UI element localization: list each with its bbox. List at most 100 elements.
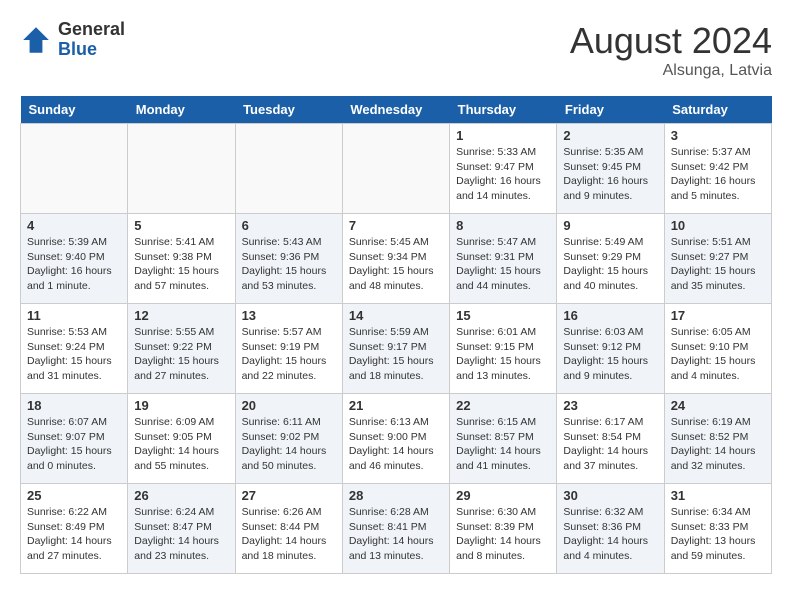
day-info: Sunrise: 6:15 AM Sunset: 8:57 PM Dayligh… bbox=[456, 415, 550, 474]
calendar-cell bbox=[342, 124, 449, 214]
day-info: Sunrise: 5:45 AM Sunset: 9:34 PM Dayligh… bbox=[349, 235, 443, 294]
day-info: Sunrise: 6:11 AM Sunset: 9:02 PM Dayligh… bbox=[242, 415, 336, 474]
day-info: Sunrise: 6:13 AM Sunset: 9:00 PM Dayligh… bbox=[349, 415, 443, 474]
day-info: Sunrise: 5:43 AM Sunset: 9:36 PM Dayligh… bbox=[242, 235, 336, 294]
day-number: 12 bbox=[134, 308, 228, 323]
calendar-cell: 24 Sunrise: 6:19 AM Sunset: 8:52 PM Dayli… bbox=[664, 394, 771, 484]
day-info: Sunrise: 5:37 AM Sunset: 9:42 PM Dayligh… bbox=[671, 145, 765, 204]
calendar-cell bbox=[21, 124, 128, 214]
day-number: 15 bbox=[456, 308, 550, 323]
calendar-week-row: 1Sunrise: 5:33 AM Sunset: 9:47 PM Daylig… bbox=[21, 124, 772, 214]
day-info: Sunrise: 6:09 AM Sunset: 9:05 PM Dayligh… bbox=[134, 415, 228, 474]
day-of-week-header: Saturday bbox=[664, 96, 771, 124]
title-block: August 2024 Alsunga, Latvia bbox=[570, 20, 772, 80]
day-number: 24 bbox=[671, 398, 765, 413]
day-number: 16 bbox=[563, 308, 657, 323]
day-info: Sunrise: 5:39 AM Sunset: 9:40 PM Dayligh… bbox=[27, 235, 121, 294]
calendar-cell: 11Sunrise: 5:53 AM Sunset: 9:24 PM Dayli… bbox=[21, 304, 128, 394]
calendar-cell: 2 Sunrise: 5:35 AM Sunset: 9:45 PM Daylig… bbox=[557, 124, 664, 214]
calendar-cell: 12 Sunrise: 5:55 AM Sunset: 9:22 PM Dayli… bbox=[128, 304, 235, 394]
day-number: 11 bbox=[27, 308, 121, 323]
calendar-week-row: 18Sunrise: 6:07 AM Sunset: 9:07 PM Dayli… bbox=[21, 394, 772, 484]
day-info: Sunrise: 5:57 AM Sunset: 9:19 PM Dayligh… bbox=[242, 325, 336, 384]
logo-blue-text: Blue bbox=[58, 40, 125, 60]
day-info: Sunrise: 6:30 AM Sunset: 8:39 PM Dayligh… bbox=[456, 505, 550, 564]
calendar-cell: 17 Sunrise: 6:05 AM Sunset: 9:10 PM Dayli… bbox=[664, 304, 771, 394]
calendar-cell: 6Sunrise: 5:43 AM Sunset: 9:36 PM Daylig… bbox=[235, 214, 342, 304]
day-number: 27 bbox=[242, 488, 336, 503]
day-info: Sunrise: 5:35 AM Sunset: 9:45 PM Dayligh… bbox=[563, 145, 657, 204]
day-number: 28 bbox=[349, 488, 443, 503]
calendar-cell: 29 Sunrise: 6:30 AM Sunset: 8:39 PM Dayli… bbox=[450, 484, 557, 574]
day-number: 8 bbox=[456, 218, 550, 233]
day-info: Sunrise: 5:41 AM Sunset: 9:38 PM Dayligh… bbox=[134, 235, 228, 294]
day-info: Sunrise: 6:01 AM Sunset: 9:15 PM Dayligh… bbox=[456, 325, 550, 384]
day-of-week-header: Sunday bbox=[21, 96, 128, 124]
calendar-cell: 22 Sunrise: 6:15 AM Sunset: 8:57 PM Dayli… bbox=[450, 394, 557, 484]
day-info: Sunrise: 6:26 AM Sunset: 8:44 PM Dayligh… bbox=[242, 505, 336, 564]
day-number: 7 bbox=[349, 218, 443, 233]
day-number: 4 bbox=[27, 218, 121, 233]
calendar-cell bbox=[128, 124, 235, 214]
day-number: 1 bbox=[456, 128, 550, 143]
calendar-cell: 7 Sunrise: 5:45 AM Sunset: 9:34 PM Daylig… bbox=[342, 214, 449, 304]
day-number: 19 bbox=[134, 398, 228, 413]
day-info: Sunrise: 5:47 AM Sunset: 9:31 PM Dayligh… bbox=[456, 235, 550, 294]
calendar-cell: 9 Sunrise: 5:49 AM Sunset: 9:29 PM Daylig… bbox=[557, 214, 664, 304]
day-number: 10 bbox=[671, 218, 765, 233]
day-info: Sunrise: 6:32 AM Sunset: 8:36 PM Dayligh… bbox=[563, 505, 657, 564]
day-info: Sunrise: 6:03 AM Sunset: 9:12 PM Dayligh… bbox=[563, 325, 657, 384]
day-info: Sunrise: 6:34 AM Sunset: 8:33 PM Dayligh… bbox=[671, 505, 765, 564]
calendar-cell bbox=[235, 124, 342, 214]
calendar-cell: 16 Sunrise: 6:03 AM Sunset: 9:12 PM Dayli… bbox=[557, 304, 664, 394]
calendar-cell: 25Sunrise: 6:22 AM Sunset: 8:49 PM Dayli… bbox=[21, 484, 128, 574]
day-number: 18 bbox=[27, 398, 121, 413]
calendar-week-row: 4 Sunrise: 5:39 AM Sunset: 9:40 PM Daylig… bbox=[21, 214, 772, 304]
calendar-cell: 10Sunrise: 5:51 AM Sunset: 9:27 PM Dayli… bbox=[664, 214, 771, 304]
calendar-cell: 26Sunrise: 6:24 AM Sunset: 8:47 PM Dayli… bbox=[128, 484, 235, 574]
day-info: Sunrise: 5:49 AM Sunset: 9:29 PM Dayligh… bbox=[563, 235, 657, 294]
day-of-week-header: Wednesday bbox=[342, 96, 449, 124]
day-of-week-header: Monday bbox=[128, 96, 235, 124]
day-number: 29 bbox=[456, 488, 550, 503]
day-info: Sunrise: 5:59 AM Sunset: 9:17 PM Dayligh… bbox=[349, 325, 443, 384]
calendar-cell: 30 Sunrise: 6:32 AM Sunset: 8:36 PM Dayli… bbox=[557, 484, 664, 574]
day-number: 14 bbox=[349, 308, 443, 323]
calendar-cell: 18Sunrise: 6:07 AM Sunset: 9:07 PM Dayli… bbox=[21, 394, 128, 484]
day-number: 21 bbox=[349, 398, 443, 413]
calendar-cell: 5 Sunrise: 5:41 AM Sunset: 9:38 PM Daylig… bbox=[128, 214, 235, 304]
calendar-cell: 13Sunrise: 5:57 AM Sunset: 9:19 PM Dayli… bbox=[235, 304, 342, 394]
calendar-cell: 14 Sunrise: 5:59 AM Sunset: 9:17 PM Dayli… bbox=[342, 304, 449, 394]
day-number: 5 bbox=[134, 218, 228, 233]
day-info: Sunrise: 5:55 AM Sunset: 9:22 PM Dayligh… bbox=[134, 325, 228, 384]
calendar-cell: 19 Sunrise: 6:09 AM Sunset: 9:05 PM Dayli… bbox=[128, 394, 235, 484]
day-of-week-header: Friday bbox=[557, 96, 664, 124]
calendar-cell: 23Sunrise: 6:17 AM Sunset: 8:54 PM Dayli… bbox=[557, 394, 664, 484]
day-number: 9 bbox=[563, 218, 657, 233]
day-info: Sunrise: 6:05 AM Sunset: 9:10 PM Dayligh… bbox=[671, 325, 765, 384]
calendar-cell: 27 Sunrise: 6:26 AM Sunset: 8:44 PM Dayli… bbox=[235, 484, 342, 574]
calendar-cell: 1Sunrise: 5:33 AM Sunset: 9:47 PM Daylig… bbox=[450, 124, 557, 214]
calendar-cell: 28 Sunrise: 6:28 AM Sunset: 8:41 PM Dayli… bbox=[342, 484, 449, 574]
calendar-week-row: 25Sunrise: 6:22 AM Sunset: 8:49 PM Dayli… bbox=[21, 484, 772, 574]
day-number: 2 bbox=[563, 128, 657, 143]
day-number: 30 bbox=[563, 488, 657, 503]
day-of-week-header: Tuesday bbox=[235, 96, 342, 124]
logo-icon bbox=[20, 24, 52, 56]
calendar-week-row: 11Sunrise: 5:53 AM Sunset: 9:24 PM Dayli… bbox=[21, 304, 772, 394]
day-number: 31 bbox=[671, 488, 765, 503]
logo-general-text: General bbox=[58, 20, 125, 40]
calendar-cell: 21 Sunrise: 6:13 AM Sunset: 9:00 PM Dayli… bbox=[342, 394, 449, 484]
month-year-title: August 2024 bbox=[570, 20, 772, 62]
logo-text: General Blue bbox=[58, 20, 125, 60]
day-info: Sunrise: 6:28 AM Sunset: 8:41 PM Dayligh… bbox=[349, 505, 443, 564]
logo: General Blue bbox=[20, 20, 125, 60]
calendar-cell: 4 Sunrise: 5:39 AM Sunset: 9:40 PM Daylig… bbox=[21, 214, 128, 304]
calendar-header-row: SundayMondayTuesdayWednesdayThursdayFrid… bbox=[21, 96, 772, 124]
day-number: 25 bbox=[27, 488, 121, 503]
day-number: 22 bbox=[456, 398, 550, 413]
day-info: Sunrise: 6:19 AM Sunset: 8:52 PM Dayligh… bbox=[671, 415, 765, 474]
location-subtitle: Alsunga, Latvia bbox=[570, 62, 772, 80]
day-number: 17 bbox=[671, 308, 765, 323]
day-info: Sunrise: 6:24 AM Sunset: 8:47 PM Dayligh… bbox=[134, 505, 228, 564]
